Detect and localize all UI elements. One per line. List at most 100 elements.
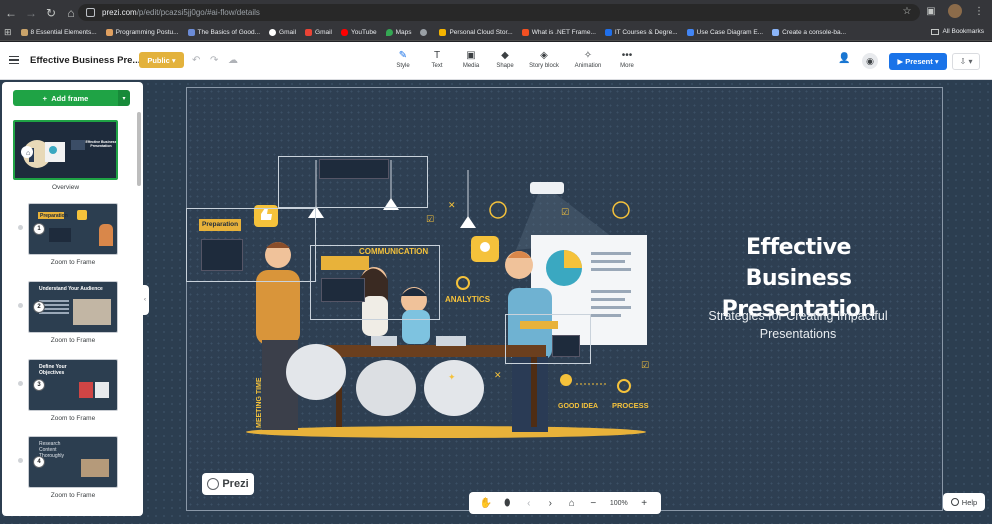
- prev-frame-icon[interactable]: ‹: [518, 498, 540, 509]
- frame-thumb-title: Define Your Objectives: [39, 364, 67, 376]
- address-bar[interactable]: prezi.com/p/edit/pcazsi5jj0go/#ai-flow/d…: [78, 4, 920, 21]
- hand-pan-icon[interactable]: ✋: [475, 498, 497, 509]
- tool-group: ✎ Style T Text ▣ Media ◆ Shape ◈ Story block …: [386, 49, 644, 77]
- frame-thumb-chart: [49, 228, 71, 242]
- presenter-pants: [512, 356, 548, 432]
- overview-thumbnail[interactable]: ⌂ Effective Business Presentation: [13, 120, 118, 180]
- bookmark-star-icon[interactable]: ☆: [900, 4, 914, 18]
- add-frame-dropdown[interactable]: ▾: [118, 90, 130, 106]
- frame-thumb-photo: [73, 299, 111, 325]
- frame-number: 2: [33, 301, 45, 313]
- all-bookmarks[interactable]: All Bookmarks: [931, 28, 984, 35]
- bookmark-item[interactable]: Programming Postu...: [105, 29, 179, 36]
- meeting-time-word: MEETING TIME: [256, 377, 263, 428]
- export-button[interactable]: ⇩ ▾: [952, 53, 980, 70]
- add-frame-button[interactable]: + Add frame: [13, 90, 118, 106]
- animation-tool[interactable]: ✧ Animation: [566, 49, 610, 77]
- zoom-in-icon[interactable]: +: [633, 498, 655, 509]
- zoom-toolbar: ✋ ⬮ ‹ › ⌂ − 100% +: [469, 492, 661, 514]
- collapse-sidebar-handle[interactable]: ‹: [141, 285, 149, 315]
- more-tool[interactable]: ••• More: [610, 49, 644, 77]
- frame-thumb-title: Research Content Thoroughly: [39, 441, 65, 459]
- preview-eye-icon[interactable]: ◉: [862, 53, 878, 69]
- shape-tool[interactable]: ◆ Shape: [488, 49, 522, 77]
- back-icon[interactable]: ←: [2, 4, 20, 22]
- reload-icon[interactable]: ↻: [42, 4, 60, 22]
- bookmark-item[interactable]: [420, 29, 430, 36]
- present-button[interactable]: ▶ Present ▾: [889, 53, 947, 70]
- redo-icon[interactable]: ↷: [210, 55, 218, 66]
- menu-kebab-icon[interactable]: ⋮: [972, 4, 986, 18]
- forward-icon[interactable]: →: [22, 4, 40, 22]
- prezi-logo: Prezi: [202, 473, 254, 495]
- text-icon: T: [433, 50, 441, 61]
- frame-mini-content: [319, 159, 389, 179]
- bookmark-item[interactable]: 8 Essential Elements...: [20, 29, 97, 36]
- frame-drag-dot[interactable]: [18, 303, 23, 308]
- frame-mini-content: [321, 278, 365, 302]
- slide-subtitle[interactable]: Strategies for Creating Impactful Presen…: [693, 307, 903, 343]
- frame-item[interactable]: Research Content Thoroughly 4 Zoom to Fr…: [18, 436, 118, 499]
- site-info-icon[interactable]: [86, 8, 95, 17]
- bookmark-item[interactable]: Maps: [385, 29, 411, 36]
- frames-sidebar: + Add frame ▾ ⌂ Effective Business Prese…: [2, 82, 143, 516]
- floor-shadow: [246, 426, 646, 438]
- sidebar-scrollbar[interactable]: [137, 112, 141, 186]
- bookmark-item[interactable]: Gmail: [269, 29, 296, 36]
- globe-icon: [489, 201, 507, 219]
- projector-icon: [530, 182, 564, 194]
- bookmark-item[interactable]: What is .NET Frame...: [521, 29, 596, 36]
- media-tool[interactable]: ▣ Media: [454, 49, 488, 77]
- zoom-level[interactable]: 100%: [604, 500, 633, 507]
- frame-outline[interactable]: [505, 314, 591, 364]
- bookmark-item[interactable]: Use Case Diagram E...: [686, 29, 763, 36]
- style-tool[interactable]: ✎ Style: [386, 49, 420, 77]
- undo-icon[interactable]: ↶: [192, 55, 200, 66]
- extensions-icon[interactable]: ▣: [924, 4, 938, 18]
- text-tool[interactable]: T Text: [420, 49, 454, 77]
- bookmark-item[interactable]: Gmail: [305, 29, 332, 36]
- frame-number: 1: [33, 223, 45, 235]
- lightbulb-icon: [560, 374, 572, 386]
- url-path: /p/edit/pcazsi5jj0go/#ai-flow/details: [136, 8, 260, 17]
- cross-icon: ✕: [494, 370, 502, 380]
- frame-mini-banner: [321, 256, 369, 270]
- frame-drag-dot[interactable]: [18, 458, 23, 463]
- overview-label: Overview: [51, 184, 80, 191]
- zoom-to-frame-label: Zoom to Frame: [50, 492, 96, 499]
- frame-outline[interactable]: [310, 245, 440, 320]
- sparkle-icon: ✦: [448, 372, 456, 382]
- bookmark-item[interactable]: Personal Cloud Stor...: [439, 29, 513, 36]
- frame-number: 3: [33, 379, 45, 391]
- overview-thumb-title: Effective Business Presentation: [85, 140, 117, 148]
- next-frame-icon[interactable]: ›: [540, 498, 562, 509]
- bookmark-item[interactable]: IT Courses & Degre...: [604, 29, 678, 36]
- frame-item[interactable]: Understand Your Audience 2 Zoom to Frame: [18, 281, 118, 344]
- frame-drag-dot[interactable]: [18, 381, 23, 386]
- frame-item[interactable]: Define Your Objectives 3 Zoom to Frame: [18, 359, 118, 422]
- bookmarks-bar: ⊞ 8 Essential Elements... Programming Po…: [0, 25, 992, 41]
- frame-item[interactable]: Preparation 1 Zoom to Frame: [18, 203, 118, 266]
- pointer-icon[interactable]: ⬮: [497, 498, 519, 509]
- public-button[interactable]: Public ▾: [139, 52, 184, 68]
- frame-outline[interactable]: [278, 156, 428, 208]
- bookmark-item[interactable]: The Basics of Good...: [187, 29, 260, 36]
- home-view-icon[interactable]: ⌂: [561, 498, 583, 509]
- hamburger-menu-icon[interactable]: [9, 56, 19, 64]
- preparation-frame-outline[interactable]: Preparation: [186, 208, 316, 282]
- frame-number: 4: [33, 456, 45, 468]
- profile-avatar[interactable]: [948, 4, 962, 18]
- share-people-icon[interactable]: 👤: [838, 53, 850, 64]
- bookmark-item[interactable]: YouTube: [341, 29, 377, 36]
- good-idea-word: GOOD IDEA: [558, 403, 598, 410]
- help-button[interactable]: Help: [943, 493, 985, 511]
- preparation-frame-title: Preparation: [199, 219, 241, 231]
- frame-drag-dot[interactable]: [18, 225, 23, 230]
- bookmark-item[interactable]: Create a console-ba...: [772, 29, 846, 36]
- story-block-tool[interactable]: ◈ Story block: [522, 49, 566, 77]
- zoom-out-icon[interactable]: −: [583, 498, 605, 509]
- brush-icon: ✎: [398, 50, 408, 61]
- apps-icon[interactable]: ⊞: [4, 27, 12, 38]
- chair: [356, 360, 416, 416]
- presentation-title[interactable]: Effective Business Pre...: [30, 55, 140, 66]
